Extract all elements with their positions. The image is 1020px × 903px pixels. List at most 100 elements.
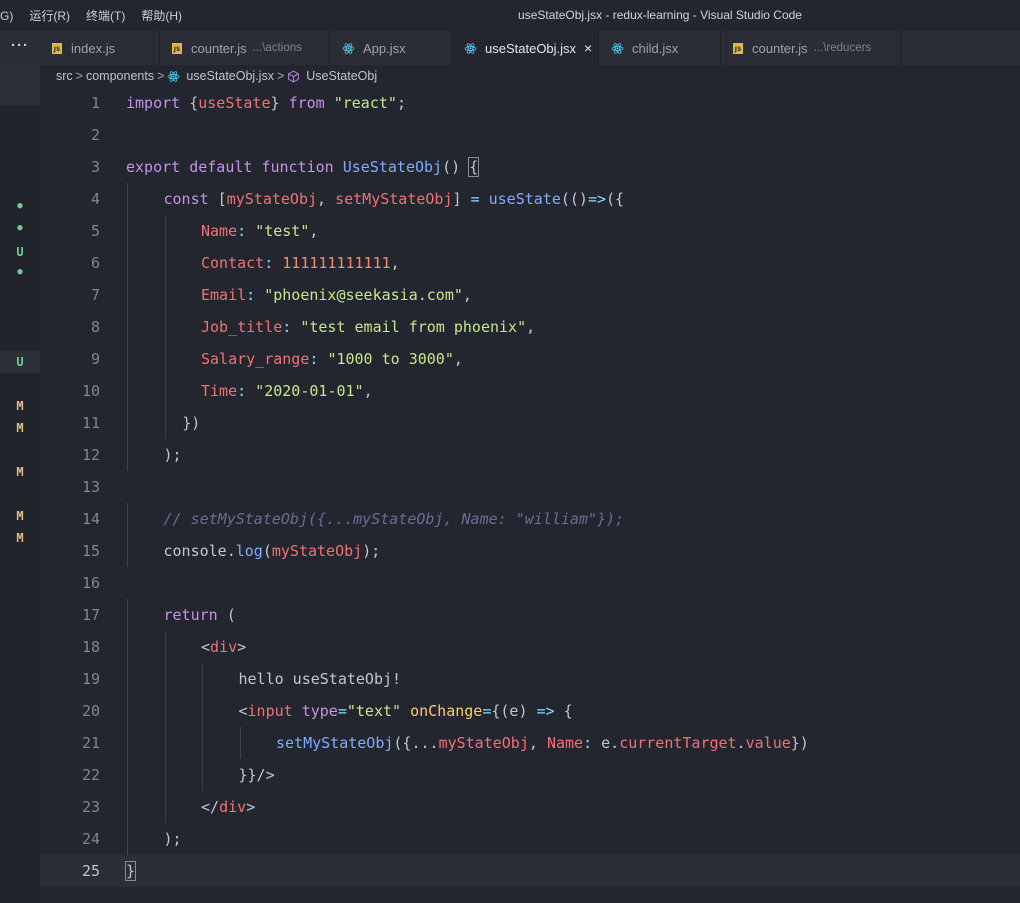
code-text: }}/> <box>239 759 275 791</box>
code-line[interactable]: 8 Job_title: "test email from phoenix", <box>40 311 1020 343</box>
tab-usestateobj-jsx[interactable]: useStateObj.jsx × <box>452 31 599 65</box>
code-token: "test email from phoenix" <box>300 318 527 336</box>
code-text: Email: "phoenix@seekasia.com", <box>201 279 472 311</box>
line-number: 8 <box>90 318 100 336</box>
breadcrumb-item-components[interactable]: components <box>86 69 154 83</box>
code-line[interactable]: 6 Contact: 111111111111, <box>40 247 1020 279</box>
code-line[interactable]: 4 const [myStateObj, setMyStateObj] = use… <box>40 183 1020 215</box>
close-icon[interactable]: × <box>584 40 592 56</box>
code-line[interactable]: 24); <box>40 823 1020 855</box>
tab-list: JS index.js JS counter.js ...\actions App.jsx… <box>40 31 901 65</box>
code-line[interactable]: 21 setMyStateObj({...myStateObj, Name: e.… <box>40 727 1020 759</box>
more-actions-icon[interactable]: ··· <box>0 31 40 65</box>
tab-label: index.js <box>71 40 116 56</box>
breadcrumb-item-src[interactable]: src <box>56 69 73 83</box>
line-number: 5 <box>90 222 100 240</box>
indent-guide <box>164 631 166 663</box>
breadcrumb-item-symbol[interactable]: UseStateObj <box>306 69 377 83</box>
code-token: e. <box>592 734 620 752</box>
git-status-untracked: U <box>16 245 24 259</box>
code-token: // setMyStateObj({...myStateObj, Name: "… <box>163 510 625 528</box>
code-line[interactable]: 5 Name: "test", <box>40 215 1020 247</box>
code-line[interactable]: 16 <box>40 567 1020 599</box>
code-line[interactable]: 20 <input type="text" onChange={(e) => { <box>40 695 1020 727</box>
code-text: const [myStateObj, setMyStateObj] = useS… <box>164 183 625 215</box>
code-line[interactable]: 12); <box>40 439 1020 471</box>
code-token: {(e) <box>491 702 537 720</box>
code-token: < <box>238 702 248 720</box>
breadcrumb-item-file[interactable]: useStateObj.jsx <box>186 69 274 83</box>
code-token: => <box>587 190 607 208</box>
code-line[interactable]: 19 hello useStateObj! <box>40 663 1020 695</box>
tab-label: counter.js <box>752 40 808 56</box>
code-line[interactable]: 7 Email: "phoenix@seekasia.com", <box>40 279 1020 311</box>
indent-guide <box>127 439 128 471</box>
code-line[interactable]: 13 <box>40 471 1020 503</box>
code-line[interactable]: 9 Salary_range: "1000 to 3000", <box>40 343 1020 375</box>
tab-child-jsx[interactable]: child.jsx <box>599 31 721 65</box>
code-line[interactable]: 23 </div> <box>40 791 1020 823</box>
line-number: 12 <box>81 446 100 464</box>
tab-counter-js[interactable]: JS counter.js ...\reducers <box>721 31 901 65</box>
code-line[interactable]: 3 export default function UseStateObj() { <box>40 151 1020 183</box>
line-number: 20 <box>81 702 100 720</box>
code-token: currentTarget <box>619 734 737 752</box>
code-token: setMyStateObj <box>335 190 453 208</box>
code-token: Contact <box>201 254 265 272</box>
indent-guide <box>164 727 166 759</box>
tab-label: counter.js <box>191 40 247 56</box>
code-line[interactable]: 11}) <box>40 407 1020 439</box>
code-text: setMyStateObj({...myStateObj, Name: e.cu… <box>276 727 809 759</box>
code-editor[interactable]: 1 import {useState} from "react"; 2 3 export… <box>40 87 1020 903</box>
code-text: ); <box>164 823 182 855</box>
code-token: , <box>462 286 472 304</box>
code-token: import <box>126 94 181 112</box>
code-line[interactable]: 2 <box>40 119 1020 151</box>
code-token: "text" <box>346 702 402 720</box>
code-line[interactable]: 15 console.log(myStateObj); <box>40 535 1020 567</box>
indent-guide <box>164 247 166 279</box>
code-token: setMyStateObj <box>276 734 394 752</box>
code-token: Time <box>201 382 238 400</box>
code-line[interactable]: 1 import {useState} from "react"; <box>40 87 1020 119</box>
line-number: 14 <box>81 510 100 528</box>
code-text: Job_title: "test email from phoenix", <box>201 311 535 343</box>
line-number: 6 <box>90 254 100 272</box>
code-text: Salary_range: "1000 to 3000", <box>201 343 463 375</box>
code-text: ); <box>164 439 182 471</box>
code-line[interactable]: 17 return ( <box>40 599 1020 631</box>
react-icon <box>464 42 477 54</box>
code-token: useState <box>198 94 271 112</box>
code-token: function <box>261 158 334 176</box>
code-line[interactable]: 22}}/> <box>40 759 1020 791</box>
code-text: import {useState} from "react"; <box>126 87 406 119</box>
indent-guide <box>127 279 128 311</box>
code-token: UseStateObj <box>342 158 443 176</box>
line-number: 1 <box>90 94 100 112</box>
indent-guide <box>202 727 203 759</box>
code-token: myStateObj <box>226 190 318 208</box>
code-token: hello useStateObj! <box>238 670 402 688</box>
code-line[interactable]: 25} <box>40 855 1020 887</box>
line-number: 9 <box>90 350 100 368</box>
git-status-modified: M <box>16 509 24 523</box>
tab-app-jsx[interactable]: App.jsx <box>330 31 452 65</box>
tab-counter-js[interactable]: JS counter.js ...\actions <box>160 31 330 65</box>
code-token: }) <box>790 734 809 752</box>
git-status-modified: M <box>16 531 24 545</box>
code-line[interactable]: 10 Time: "2020-01-01", <box>40 375 1020 407</box>
code-token: Email <box>201 286 247 304</box>
code-token: from <box>288 94 325 112</box>
code-line[interactable]: 18 <div> <box>40 631 1020 663</box>
code-line[interactable]: 14 // setMyStateObj({...myStateObj, Name:… <box>40 503 1020 535</box>
code-token: ( <box>262 542 272 560</box>
tab-index-js[interactable]: JS index.js <box>40 31 160 65</box>
line-number: 10 <box>81 382 100 400</box>
code-text: } <box>124 855 137 887</box>
indent-guide <box>127 247 128 279</box>
code-text: export default function UseStateObj() { <box>126 151 480 183</box>
indent-guide <box>202 663 203 695</box>
code-token: . <box>736 734 746 752</box>
